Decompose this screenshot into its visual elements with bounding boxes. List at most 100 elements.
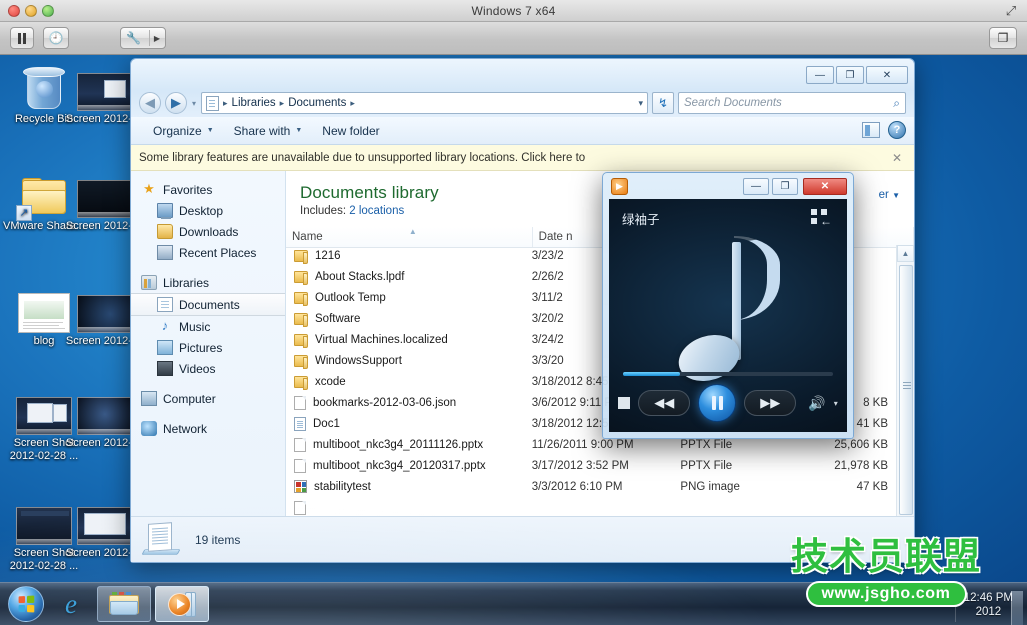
sidebar-item-desktop[interactable]: Desktop	[131, 200, 285, 221]
volume-icon[interactable]: 🔊	[808, 395, 825, 412]
sidebar-item-documents[interactable]: Documents	[131, 293, 285, 316]
player-now-playing-screen[interactable]: 绿袖子 ← ◀◀ ▶▶ 🔊 ▾	[609, 199, 847, 432]
breadcrumb-documents[interactable]: Documents	[288, 97, 346, 109]
clock-time: 12:46 PM	[964, 591, 1013, 605]
file-icon	[294, 396, 306, 410]
play-pause-button[interactable]	[698, 384, 736, 422]
folder-icon	[294, 334, 308, 346]
explorer-command-bar: Organize ▼ Share with ▼ New folder ?	[131, 117, 914, 145]
breadcrumb-libraries[interactable]: Libraries	[232, 97, 276, 109]
music-note-artwork-icon	[674, 236, 794, 386]
windows-desktop[interactable]: Recycle Bin ↗ VMware Share... blog	[0, 55, 1027, 625]
sidebar-item-network[interactable]: Network	[131, 418, 285, 439]
sidebar-item-downloads[interactable]: Downloads	[131, 221, 285, 242]
player-controls: ◀◀ ▶▶ 🔊 ▾	[609, 384, 847, 422]
file-date-cell: 3/17/2012 3:52 PM	[526, 460, 675, 472]
png-image-icon	[294, 480, 307, 493]
sidebar-item-computer[interactable]: Computer	[131, 388, 285, 409]
player-minimize-button[interactable]: —	[743, 178, 769, 195]
search-icon: ⌕	[893, 96, 900, 111]
sort-ascending-icon: ▲	[409, 227, 417, 236]
change-view-icon[interactable]	[862, 122, 880, 138]
file-name-cell: multiboot_nkc3g4_20111126.pptx	[286, 438, 526, 452]
file-name-cell: 1216	[286, 250, 526, 262]
back-button[interactable]: ◀	[139, 92, 161, 114]
snapshot-button[interactable]: 🕘	[43, 27, 69, 49]
windows-taskbar[interactable]: e 12:46 PM 2012	[0, 582, 1027, 625]
address-dropdown-icon[interactable]: ▾	[638, 98, 643, 109]
file-type-cell: PNG image	[674, 481, 812, 493]
refresh-button[interactable]: ↯	[652, 92, 674, 114]
sidebar-item-music[interactable]: ♪ Music	[131, 316, 285, 337]
item-count-label: 19 items	[195, 533, 240, 547]
file-name-label: Software	[315, 313, 360, 325]
history-dropdown-icon[interactable]: ▾	[192, 99, 196, 108]
vertical-scrollbar[interactable]: ▲ ▼	[896, 245, 914, 562]
scroll-up-button[interactable]: ▲	[897, 245, 914, 262]
column-label: Date n	[539, 231, 573, 243]
windows-media-player-window[interactable]: ▶ — ❐ ✕ 绿袖子 ←	[602, 172, 854, 439]
taskbar-item-internet-explorer[interactable]: e	[49, 585, 93, 623]
close-button[interactable]: ✕	[866, 66, 908, 84]
library-address-icon	[206, 96, 219, 111]
seek-slider[interactable]	[623, 372, 833, 376]
file-icon	[294, 438, 306, 452]
file-name-label: WindowsSupport	[315, 355, 402, 367]
unity-mode-button[interactable]: ❐	[989, 27, 1017, 49]
arrange-by-control[interactable]: er ▼	[879, 189, 900, 201]
wrench-icon: 🔧	[126, 31, 141, 45]
stop-button[interactable]	[618, 397, 630, 409]
maximize-button[interactable]: ❐	[836, 66, 864, 84]
scrollbar-thumb[interactable]	[899, 265, 913, 515]
taskbar-item-windows-media-player[interactable]	[155, 586, 209, 622]
scrollbar-grip-icon	[903, 385, 911, 386]
switch-to-library-icon[interactable]: ←	[811, 209, 833, 225]
word-document-icon	[294, 417, 306, 431]
search-input[interactable]: Search Documents ⌕	[678, 92, 906, 114]
volume-dropdown-icon[interactable]: ▾	[834, 399, 838, 408]
sidebar-label: Documents	[179, 298, 240, 312]
sidebar-item-videos[interactable]: Videos	[131, 358, 285, 379]
pause-vm-button[interactable]	[10, 27, 34, 49]
sidebar-group-libraries[interactable]: Libraries	[131, 272, 285, 293]
player-titlebar: ▶ — ❐ ✕	[603, 173, 853, 199]
file-name-cell: stabilitytest	[286, 480, 526, 493]
table-row[interactable]	[286, 497, 896, 518]
includes-locations-link[interactable]: 2 locations	[349, 205, 404, 217]
fullscreen-icon[interactable]: ⤢	[1003, 3, 1019, 19]
media-player-icon	[168, 592, 196, 617]
navigation-pane[interactable]: ★ Favorites Desktop Downloads Recent Pla…	[131, 171, 286, 562]
share-with-button[interactable]: Share with ▼	[224, 121, 313, 141]
table-row[interactable]: multiboot_nkc3g4_20120317.pptx3/17/2012 …	[286, 455, 896, 476]
chevron-down-icon: ▼	[207, 127, 214, 134]
address-bar[interactable]: ▸ Libraries ▸ Documents ▸ ▾	[201, 92, 648, 114]
player-maximize-button[interactable]: ❐	[772, 178, 798, 195]
sidebar-item-recent-places[interactable]: Recent Places	[131, 242, 285, 263]
chevron-right-icon[interactable]: ▶	[154, 34, 160, 43]
taskbar-item-windows-explorer[interactable]	[97, 586, 151, 622]
pause-icon	[18, 33, 26, 44]
sidebar-group-favorites[interactable]: ★ Favorites	[131, 179, 285, 200]
show-desktop-button[interactable]	[1011, 591, 1023, 625]
close-icon[interactable]: ✕	[892, 151, 906, 165]
sidebar-label: Pictures	[179, 341, 222, 355]
table-row[interactable]: stabilitytest3/3/2012 6:10 PMPNG image47…	[286, 476, 896, 497]
minimize-button[interactable]: —	[806, 66, 834, 84]
start-button[interactable]	[3, 585, 49, 623]
folder-icon	[294, 271, 308, 283]
folder-icon	[294, 292, 308, 304]
next-button[interactable]: ▶▶	[744, 390, 796, 416]
sidebar-item-pictures[interactable]: Pictures	[131, 337, 285, 358]
settings-button[interactable]: 🔧 ▶	[120, 27, 166, 49]
library-notice-bar[interactable]: Some library features are unavailable du…	[131, 145, 914, 171]
help-icon[interactable]: ?	[888, 121, 906, 139]
player-close-button[interactable]: ✕	[803, 178, 847, 195]
sidebar-label: Network	[163, 422, 207, 436]
forward-button[interactable]: ▶	[165, 92, 187, 114]
organize-button[interactable]: Organize ▼	[143, 121, 224, 141]
explorer-window-controls[interactable]: — ❐ ✕	[806, 66, 908, 84]
column-header-name[interactable]: ▲ Name	[286, 227, 533, 247]
system-tray[interactable]: 12:46 PM 2012	[955, 587, 1023, 622]
previous-button[interactable]: ◀◀	[638, 390, 690, 416]
new-folder-button[interactable]: New folder	[312, 121, 389, 141]
